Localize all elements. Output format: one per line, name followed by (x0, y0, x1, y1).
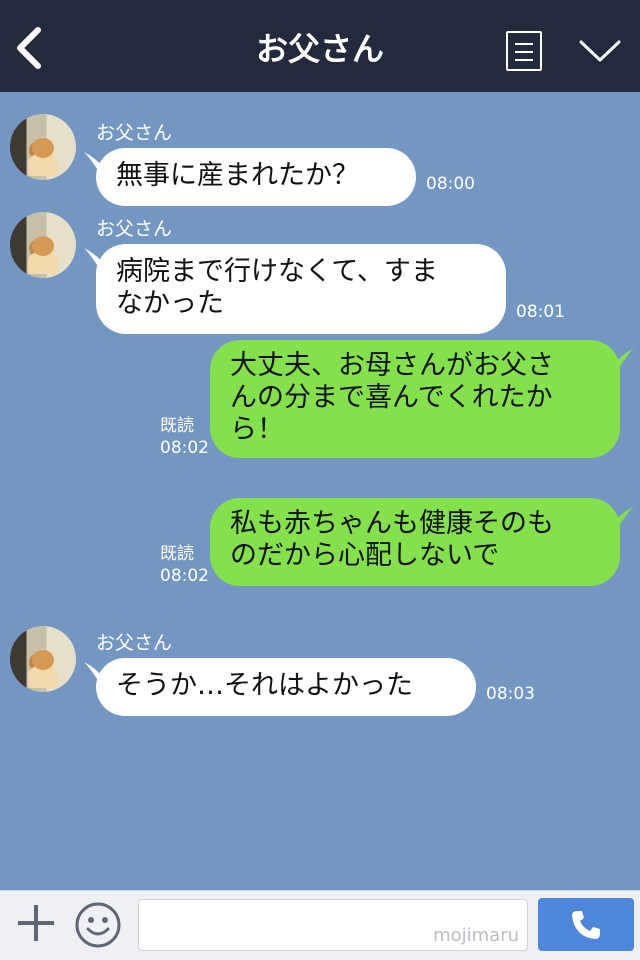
message-text-line: 病院まで行けなくて、すま (116, 256, 438, 287)
message-text: 無事に産まれたか？ (116, 160, 359, 191)
message-text-line: のだから心配しないで (230, 540, 500, 571)
phone-icon (572, 911, 600, 939)
message-bubble[interactable]: 病院まで行けなくて、すま なかった (96, 244, 506, 334)
message-time: 08:03 (486, 684, 535, 704)
call-button[interactable] (538, 898, 634, 951)
read-receipt: 既読 (160, 416, 194, 436)
bubble-tail (612, 348, 634, 370)
emoji-icon[interactable] (74, 901, 122, 953)
read-receipt: 既読 (160, 544, 194, 564)
avatar[interactable] (10, 114, 76, 180)
message-input[interactable]: mojimaru (138, 899, 528, 951)
bubble-tail (612, 506, 634, 528)
message-text-line: 大丈夫、お母さんがお父さ (230, 350, 554, 381)
message-time: 08:02 (160, 566, 209, 586)
input-bar: mojimaru (0, 890, 640, 960)
sender-name: お父さん (96, 122, 173, 144)
plus-icon[interactable] (14, 901, 58, 945)
message-time: 08:02 (160, 438, 209, 458)
chevron-down-icon[interactable] (578, 38, 622, 68)
chat-header: お父さん (0, 0, 640, 92)
message-text: そうか…それはよかった (116, 670, 413, 701)
message-text-line: ら！ (230, 414, 284, 445)
sender-name: お父さん (96, 632, 173, 654)
message-text-line: 私も赤ちゃんも健康そのも (230, 508, 554, 539)
sender-name: お父さん (96, 218, 173, 240)
chat-title: お父さん (255, 30, 384, 68)
message-text-line: なかった (116, 288, 224, 319)
menu-list-icon[interactable] (506, 31, 542, 71)
message-time: 08:01 (516, 302, 565, 322)
message-time: 08:00 (426, 174, 475, 194)
avatar[interactable] (10, 212, 76, 278)
avatar[interactable] (10, 626, 76, 692)
message-text-line: んの分まで喜んでくれたか (230, 382, 553, 413)
message-bubble[interactable]: 私も赤ちゃんも健康そのも のだから心配しないで (210, 498, 620, 586)
message-bubble[interactable]: そうか…それはよかった (96, 658, 476, 716)
message-bubble[interactable]: 無事に産まれたか？ (96, 148, 416, 206)
watermark-text: mojimaru (433, 925, 519, 946)
message-bubble[interactable]: 大丈夫、お母さんがお父さ んの分まで喜んでくれたか ら！ (210, 340, 620, 458)
